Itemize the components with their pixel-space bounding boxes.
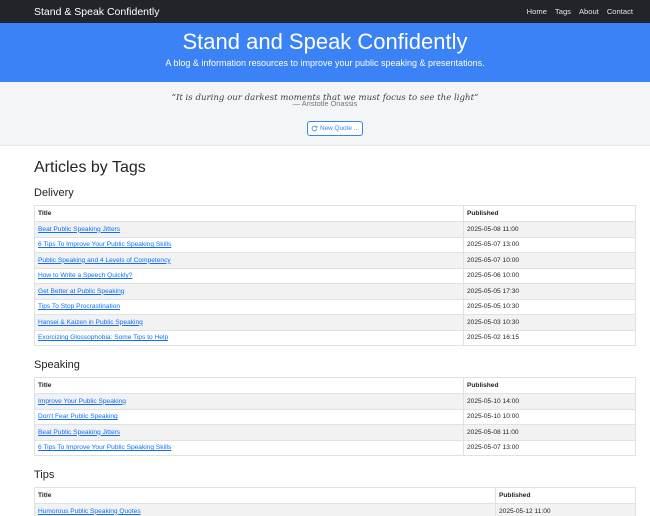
title-cell: Don't Fear Public Speaking xyxy=(34,408,464,425)
tag-sections: Delivery Title Published Beat Public Speaki… xyxy=(34,186,650,516)
published-cell: 2025-05-12 11:00 xyxy=(495,503,636,516)
article-link[interactable]: How to Write a Speech Quickly? xyxy=(38,272,132,279)
published-cell: 2025-05-07 10:00 xyxy=(463,252,636,269)
table-header-row: Title Published xyxy=(34,487,636,504)
table-header-row: Title Published xyxy=(34,205,636,222)
refresh-icon xyxy=(311,125,318,132)
title-cell: 6 Tips To Improve Your Public Speaking S… xyxy=(34,439,464,456)
article-link[interactable]: Tips To Stop Procrastination xyxy=(38,303,120,310)
title-cell: 6 Tips To Improve Your Public Speaking S… xyxy=(34,236,464,253)
table-row: 6 Tips To Improve Your Public Speaking S… xyxy=(34,439,636,456)
table-row: Exorcizing Glossophobia: Some Tips to He… xyxy=(34,329,636,346)
published-cell: 2025-05-10 10:00 xyxy=(463,408,636,425)
nav-links: Home Tags About Contact xyxy=(527,7,633,16)
column-header-published: Published xyxy=(463,377,636,394)
articles-table-tips: Title Published Humorous Public Speaking Q… xyxy=(34,487,636,516)
table-row: Beat Public Speaking Jitters 2025-05-08 1… xyxy=(34,221,636,238)
published-cell: 2025-05-10 14:00 xyxy=(463,393,636,410)
column-header-published: Published xyxy=(495,487,636,504)
title-cell: Beat Public Speaking Jitters xyxy=(34,424,464,441)
hero-title: Stand and Speak Confidently xyxy=(182,29,468,54)
column-header-title: Title xyxy=(34,377,464,394)
new-quote-button[interactable]: New Quote ... xyxy=(307,121,363,136)
table-row: Beat Public Speaking Jitters 2025-05-08 1… xyxy=(34,424,636,441)
main-content: Articles by Tags Delivery Title Published B… xyxy=(0,158,650,516)
article-link[interactable]: 6 Tips To Improve Your Public Speaking S… xyxy=(38,241,171,248)
published-cell: 2025-05-08 11:00 xyxy=(463,221,636,238)
title-cell: How to Write a Speech Quickly? xyxy=(34,267,464,284)
column-header-title: Title xyxy=(34,205,464,222)
article-link[interactable]: Beat Public Speaking Jitters xyxy=(38,429,120,436)
article-link[interactable]: Public Speaking and 4 Levels of Competen… xyxy=(38,257,171,264)
table-row: Improve Your Public Speaking 2025-05-10 1… xyxy=(34,393,636,410)
article-link[interactable]: Exorcizing Glossophobia: Some Tips to He… xyxy=(38,334,168,341)
title-cell: Get Better at Public Speaking xyxy=(34,283,464,300)
title-cell: Humorous Public Speaking Quotes xyxy=(34,503,496,516)
quote-section: “It is during our darkest moments that w… xyxy=(0,82,650,146)
title-cell: Exorcizing Glossophobia: Some Tips to He… xyxy=(34,329,464,346)
title-cell: Hansei & Kaizen in Public Speaking xyxy=(34,314,464,331)
top-navbar: Stand & Speak Confidently Home Tags Abou… xyxy=(0,0,650,23)
table-header-row: Title Published xyxy=(34,377,636,394)
article-link[interactable]: Hansei & Kaizen in Public Speaking xyxy=(38,319,143,326)
article-link[interactable]: 6 Tips To Improve Your Public Speaking S… xyxy=(38,444,171,451)
nav-link-contact[interactable]: Contact xyxy=(607,7,633,16)
article-link[interactable]: Improve Your Public Speaking xyxy=(38,398,126,405)
published-cell: 2025-05-02 16:15 xyxy=(463,329,636,346)
table-row: Tips To Stop Procrastination 2025-05-05 1… xyxy=(34,298,636,315)
column-header-title: Title xyxy=(34,487,496,504)
table-row: Public Speaking and 4 Levels of Competen… xyxy=(34,252,636,269)
tag-heading-delivery: Delivery xyxy=(34,187,74,199)
published-cell: 2025-05-06 10:00 xyxy=(463,267,636,284)
new-quote-label: New Quote ... xyxy=(319,125,360,132)
nav-link-about[interactable]: About xyxy=(579,7,599,16)
published-cell: 2025-05-08 11:00 xyxy=(463,424,636,441)
published-cell: 2025-05-03 10:30 xyxy=(463,314,636,331)
published-cell: 2025-05-07 13:00 xyxy=(463,236,636,253)
articles-table-delivery: Title Published Beat Public Speaking Jitte… xyxy=(34,205,636,346)
table-row: Hansei & Kaizen in Public Speaking 2025-0… xyxy=(34,314,636,331)
title-cell: Tips To Stop Procrastination xyxy=(34,298,464,315)
article-link[interactable]: Beat Public Speaking Jitters xyxy=(38,226,120,233)
title-cell: Public Speaking and 4 Levels of Competen… xyxy=(34,252,464,269)
article-link[interactable]: Get Better at Public Speaking xyxy=(38,288,125,295)
published-cell: 2025-05-05 10:30 xyxy=(463,298,636,315)
nav-link-tags[interactable]: Tags xyxy=(555,7,571,16)
page-title: Articles by Tags xyxy=(34,159,146,176)
table-row: 6 Tips To Improve Your Public Speaking S… xyxy=(34,236,636,253)
article-link[interactable]: Humorous Public Speaking Quotes xyxy=(38,508,141,515)
published-cell: 2025-05-05 17:30 xyxy=(463,283,636,300)
title-cell: Beat Public Speaking Jitters xyxy=(34,221,464,238)
quote-author: — Aristotle Onassis xyxy=(292,99,358,108)
article-link[interactable]: Don't Fear Public Speaking xyxy=(38,413,118,420)
table-row: Humorous Public Speaking Quotes 2025-05-1… xyxy=(34,503,636,516)
table-row: How to Write a Speech Quickly? 2025-05-06… xyxy=(34,267,636,284)
site-brand[interactable]: Stand & Speak Confidently xyxy=(34,6,160,18)
articles-table-speaking: Title Published Improve Your Public Speaki… xyxy=(34,377,636,456)
hero-subtitle: A blog & information resources to improv… xyxy=(165,58,485,68)
table-row: Don't Fear Public Speaking 2025-05-10 10:… xyxy=(34,408,636,425)
tag-heading-speaking: Speaking xyxy=(34,359,80,371)
nav-link-home[interactable]: Home xyxy=(527,7,547,16)
column-header-published: Published xyxy=(463,205,636,222)
hero-banner: Stand and Speak Confidently A blog & inf… xyxy=(0,23,650,82)
tag-heading-tips: Tips xyxy=(34,469,55,481)
title-cell: Improve Your Public Speaking xyxy=(34,393,464,410)
published-cell: 2025-05-07 13:00 xyxy=(463,439,636,456)
table-row: Get Better at Public Speaking 2025-05-05 … xyxy=(34,283,636,300)
